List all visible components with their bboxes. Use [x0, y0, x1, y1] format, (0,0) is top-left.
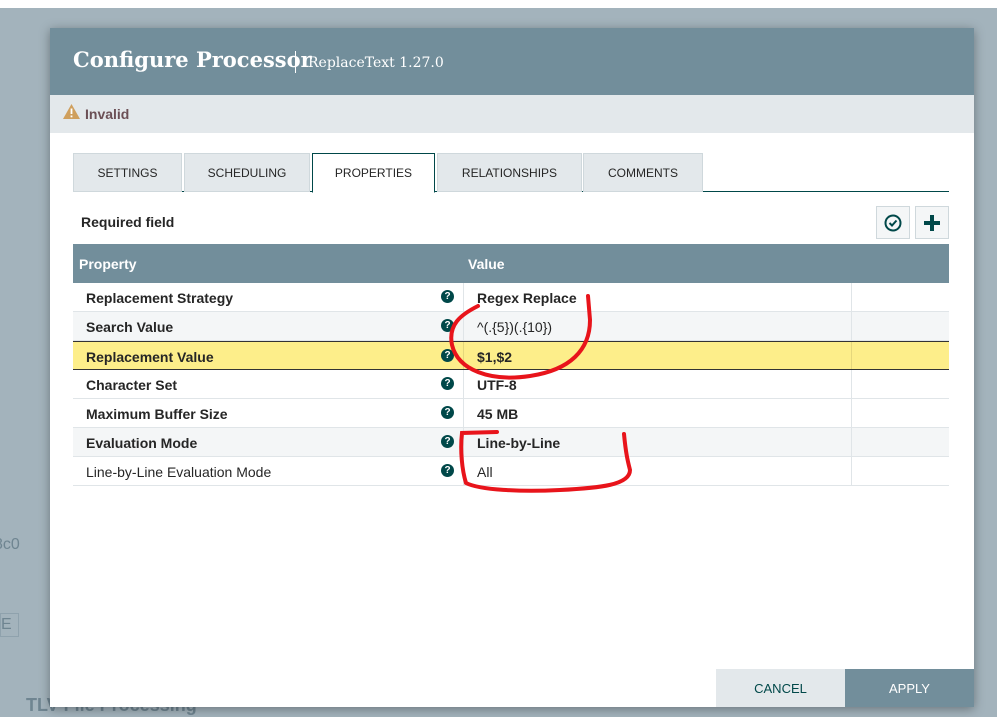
table-row[interactable]: Replacement Strategy? Regex Replace: [73, 283, 949, 312]
property-name: Replacement Strategy: [86, 290, 234, 306]
help-icon[interactable]: ?: [441, 406, 454, 419]
property-value[interactable]: Line-by-Line: [477, 435, 560, 451]
tab-properties[interactable]: PROPERTIES: [312, 153, 435, 193]
tab-scheduling[interactable]: SCHEDULING: [184, 153, 310, 192]
tab-relationships[interactable]: RELATIONSHIPS: [437, 153, 582, 192]
background-processor-id: 8c0: [0, 536, 20, 553]
table-row[interactable]: Search Value? ^(.{5})(.{10}): [73, 312, 949, 341]
help-icon[interactable]: ?: [441, 464, 454, 477]
property-value[interactable]: All: [477, 464, 493, 480]
property-value[interactable]: Regex Replace: [477, 290, 577, 306]
help-icon[interactable]: ?: [441, 290, 454, 303]
table-row[interactable]: Evaluation Mode? Line-by-Line: [73, 428, 949, 457]
property-value[interactable]: UTF-8: [477, 377, 517, 393]
apply-button[interactable]: APPLY: [845, 669, 974, 707]
tab-comments[interactable]: COMMENTS: [583, 153, 703, 192]
help-icon[interactable]: ?: [441, 319, 454, 332]
warning-icon: [63, 104, 80, 119]
property-name: Replacement Value: [86, 349, 214, 365]
table-row-selected[interactable]: Replacement Value? $1,$2: [73, 341, 949, 370]
dialog-header: Configure Processor ReplaceText 1.27.0: [50, 28, 974, 95]
tab-settings[interactable]: SETTINGS: [73, 153, 182, 192]
status-bar: Invalid: [50, 95, 974, 133]
background-button: E: [0, 613, 19, 637]
property-name: Search Value: [86, 319, 174, 335]
top-bar: [0, 0, 997, 8]
table-row[interactable]: Character Set? UTF-8: [73, 370, 949, 399]
check-circle-icon: [884, 214, 902, 231]
help-icon[interactable]: ?: [441, 349, 454, 362]
property-name: Evaluation Mode: [86, 435, 198, 451]
table-row[interactable]: Line-by-Line Evaluation Mode? All: [73, 457, 949, 486]
plus-icon: [924, 214, 940, 231]
tab-bar: SETTINGS SCHEDULING PROPERTIES RELATIONS…: [73, 153, 949, 193]
property-value[interactable]: ^(.{5})(.{10}): [477, 319, 552, 335]
property-value[interactable]: 45 MB: [477, 406, 518, 422]
configure-processor-dialog: Configure Processor ReplaceText 1.27.0 I…: [50, 28, 974, 707]
header-property: Property: [79, 256, 137, 272]
dialog-title: Configure Processor: [73, 47, 312, 72]
status-text: Invalid: [85, 106, 130, 122]
help-icon[interactable]: ?: [441, 435, 454, 448]
processor-type: ReplaceText 1.27.0: [308, 55, 444, 71]
property-name: Maximum Buffer Size: [86, 406, 228, 422]
verify-button[interactable]: [876, 206, 910, 239]
property-value[interactable]: $1,$2: [477, 349, 512, 365]
help-icon[interactable]: ?: [441, 377, 454, 390]
cancel-button[interactable]: CANCEL: [716, 669, 845, 707]
header-value: Value: [468, 256, 505, 272]
property-name: Character Set: [86, 377, 178, 393]
table-header: Property Value: [73, 244, 949, 283]
add-property-button[interactable]: [915, 206, 949, 239]
properties-table: Property Value Replacement Strategy? Rege…: [73, 244, 949, 486]
table-row[interactable]: Maximum Buffer Size? 45 MB: [73, 399, 949, 428]
required-field-label: Required field: [81, 214, 175, 230]
property-name: Line-by-Line Evaluation Mode: [86, 464, 272, 480]
title-separator: [295, 51, 296, 73]
